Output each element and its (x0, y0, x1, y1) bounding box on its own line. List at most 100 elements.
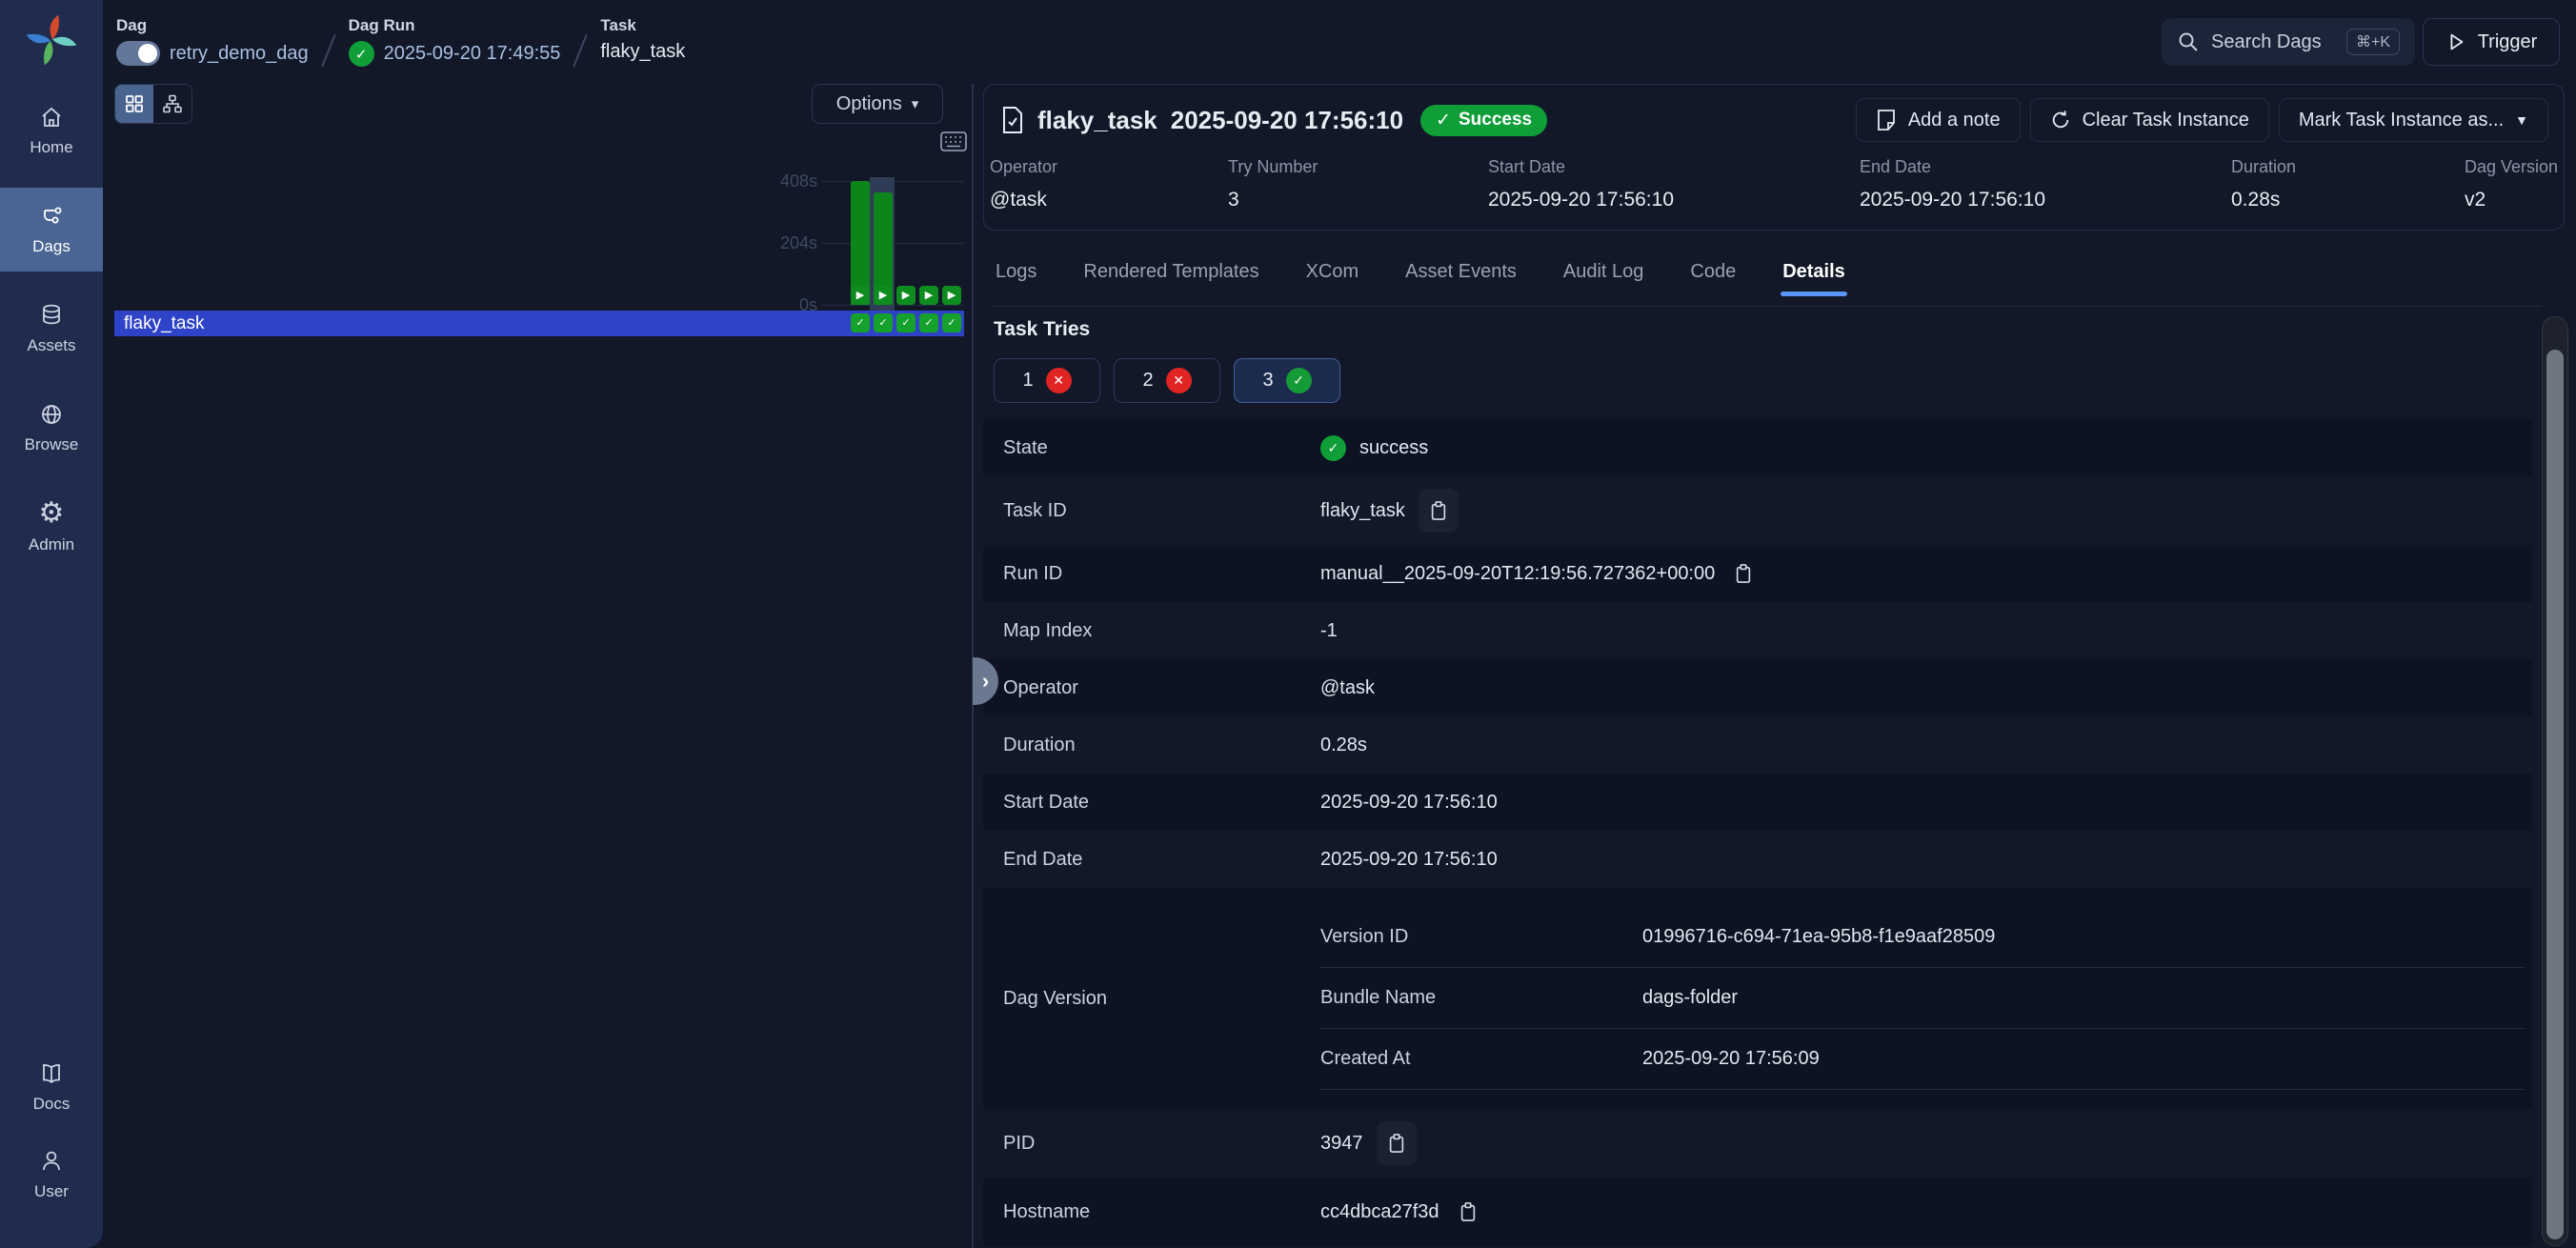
tab-rendered-templates[interactable]: Rendered Templates (1081, 250, 1260, 294)
detail-row-operator: Operator @task (983, 659, 2532, 716)
try-1-button[interactable]: 1 ✕ (994, 358, 1100, 403)
dag-version-row-created-at: Created At 2025-09-20 17:56:09 (1320, 1029, 2525, 1090)
sidebar-item-dags[interactable]: Dags (0, 188, 103, 272)
caret-down-icon: ▼ (2515, 112, 2528, 128)
detail-row-start-date: Start Date 2025-09-20 17:56:10 (983, 774, 2532, 831)
sidebar-nav: Home Dags A (0, 89, 103, 584)
check-icon: ✓ (855, 318, 864, 329)
sidebar-item-docs[interactable]: Docs (0, 1050, 103, 1124)
detail-row-end-date: End Date 2025-09-20 17:56:10 (983, 831, 2532, 888)
breadcrumb-separator (574, 34, 588, 67)
success-icon: ✓ (1286, 368, 1312, 393)
copy-run-id-button[interactable] (1734, 562, 1753, 585)
dag-run-state-square[interactable]: ▶ (851, 286, 870, 305)
detail-row-hostname: Hostname cc4dbca27f3d (983, 1178, 2532, 1246)
tab-details[interactable]: Details (1781, 250, 1847, 294)
scrollbar-thumb[interactable] (2546, 350, 2564, 1239)
sidebar-item-label: Dags (32, 237, 70, 256)
breadcrumb-dag-link[interactable]: retry_demo_dag (170, 43, 309, 65)
status-badge: ✓ Success (1420, 105, 1547, 136)
task-instance-square[interactable]: ✓ (942, 313, 961, 332)
task-instance-square[interactable]: ✓ (874, 313, 893, 332)
play-icon: ▶ (902, 291, 910, 301)
breadcrumb-dag-run: Dag Run ✓ 2025-09-20 17:49:55 (349, 16, 561, 67)
book-icon (38, 1060, 65, 1087)
options-button[interactable]: Options ▾ (812, 84, 943, 124)
airflow-logo-icon (24, 12, 79, 68)
detail-scrollbar[interactable] (2542, 316, 2568, 1246)
view-toggle (114, 84, 192, 124)
play-icon: ▶ (925, 291, 933, 301)
task-tries-buttons: 1 ✕ 2 ✕ 3 ✓ (994, 358, 2532, 403)
meta-value: 0.28s (2231, 189, 2465, 211)
breadcrumb-dag: Dag retry_demo_dag (116, 16, 309, 66)
graph-view-button[interactable] (153, 85, 191, 123)
meta-value: 2025-09-20 17:56:10 (1488, 189, 1860, 211)
breadcrumb: Dag retry_demo_dag Dag Run ✓ 2025-09-20 … (116, 16, 685, 68)
meta-value: 2025-09-20 17:56:10 (1860, 189, 2231, 211)
tab-code[interactable]: Code (1688, 250, 1738, 294)
copy-task-id-button[interactable] (1419, 489, 1459, 533)
detail-row-pid: PID 3947 (983, 1109, 2532, 1178)
check-icon: ✓ (947, 318, 956, 329)
grid-panel: Options ▾ 408s 204s 0s ▶ ▶ ▶ ▶ (103, 84, 972, 1248)
details-content: Task Tries 1 ✕ 2 ✕ 3 ✓ State (983, 314, 2532, 1248)
details-table: State ✓ success Task ID flaky_task (983, 419, 2532, 1246)
detail-row-task-id: Task ID flaky_task (983, 476, 2532, 545)
tab-xcom[interactable]: XCom (1304, 250, 1361, 294)
mark-task-instance-as-button[interactable]: Mark Task Instance as... ▼ (2279, 98, 2548, 142)
task-id-value: flaky_task (1320, 500, 1405, 522)
database-icon (38, 302, 65, 329)
tab-audit-log[interactable]: Audit Log (1561, 250, 1646, 294)
axis-tick-204s: 204s (770, 233, 817, 253)
user-icon (38, 1148, 65, 1175)
play-icon: ▶ (856, 291, 864, 301)
task-instance-square[interactable]: ✓ (919, 313, 938, 332)
dag-run-state-square[interactable]: ▶ (919, 286, 938, 305)
sidebar-item-label: Home (30, 138, 72, 157)
sidebar: Home Dags A (0, 0, 103, 1248)
sidebar-item-admin[interactable]: ⚙ Admin (0, 485, 103, 569)
chevron-down-icon: ▾ (912, 95, 919, 112)
grid-task-row-selected[interactable]: flaky_task (114, 311, 964, 336)
sidebar-item-user[interactable]: User (0, 1137, 103, 1212)
try-3-button[interactable]: 3 ✓ (1234, 358, 1340, 403)
meta-value: 3 (1228, 189, 1488, 211)
tab-logs[interactable]: Logs (994, 250, 1038, 294)
meta-label: Duration (2231, 157, 2465, 177)
try-2-button[interactable]: 2 ✕ (1114, 358, 1220, 403)
axis-tick-408s: 408s (770, 171, 817, 191)
sidebar-item-browse[interactable]: Browse (0, 386, 103, 470)
grid-view-button[interactable] (115, 85, 153, 123)
copy-hostname-button[interactable] (1459, 1200, 1478, 1223)
breadcrumb-run-label: Dag Run (349, 16, 561, 35)
refresh-icon (2050, 110, 2071, 131)
meta-label: Operator (990, 157, 1228, 177)
dag-version-row-version-id: Version ID 01996716-c694-71ea-95b8-f1e9a… (1320, 907, 2525, 968)
clear-task-instance-button[interactable]: Clear Task Instance (2030, 98, 2269, 142)
dag-pause-toggle[interactable] (116, 41, 160, 66)
task-instance-square[interactable]: ✓ (851, 313, 870, 332)
dag-version-table: Version ID 01996716-c694-71ea-95b8-f1e9a… (1320, 888, 2532, 1109)
tab-asset-events[interactable]: Asset Events (1403, 250, 1519, 294)
dag-run-state-square[interactable]: ▶ (942, 286, 961, 305)
meta-label: Start Date (1488, 157, 1860, 177)
sidebar-item-home[interactable]: Home (0, 89, 103, 172)
task-instance-square[interactable]: ✓ (896, 313, 916, 332)
task-doc-icon (1001, 106, 1024, 134)
home-icon (38, 104, 65, 131)
breadcrumb-task: Task flaky_task (600, 16, 685, 63)
options-label: Options (836, 93, 902, 115)
meta-label: Dag Version (2465, 157, 2564, 177)
keyboard-shortcuts-icon[interactable] (939, 130, 968, 153)
copy-pid-button[interactable] (1377, 1121, 1417, 1165)
sidebar-item-assets[interactable]: Assets (0, 287, 103, 371)
breadcrumb-task-label: Task (600, 16, 685, 35)
add-note-button[interactable]: Add a note (1856, 98, 2021, 142)
failed-icon: ✕ (1046, 368, 1072, 393)
breadcrumb-run-link[interactable]: 2025-09-20 17:49:55 (384, 43, 561, 65)
dag-run-state-square[interactable]: ▶ (874, 286, 893, 305)
check-icon: ✓ (878, 318, 887, 329)
run-success-icon: ✓ (349, 41, 374, 67)
dag-run-state-square[interactable]: ▶ (896, 286, 916, 305)
